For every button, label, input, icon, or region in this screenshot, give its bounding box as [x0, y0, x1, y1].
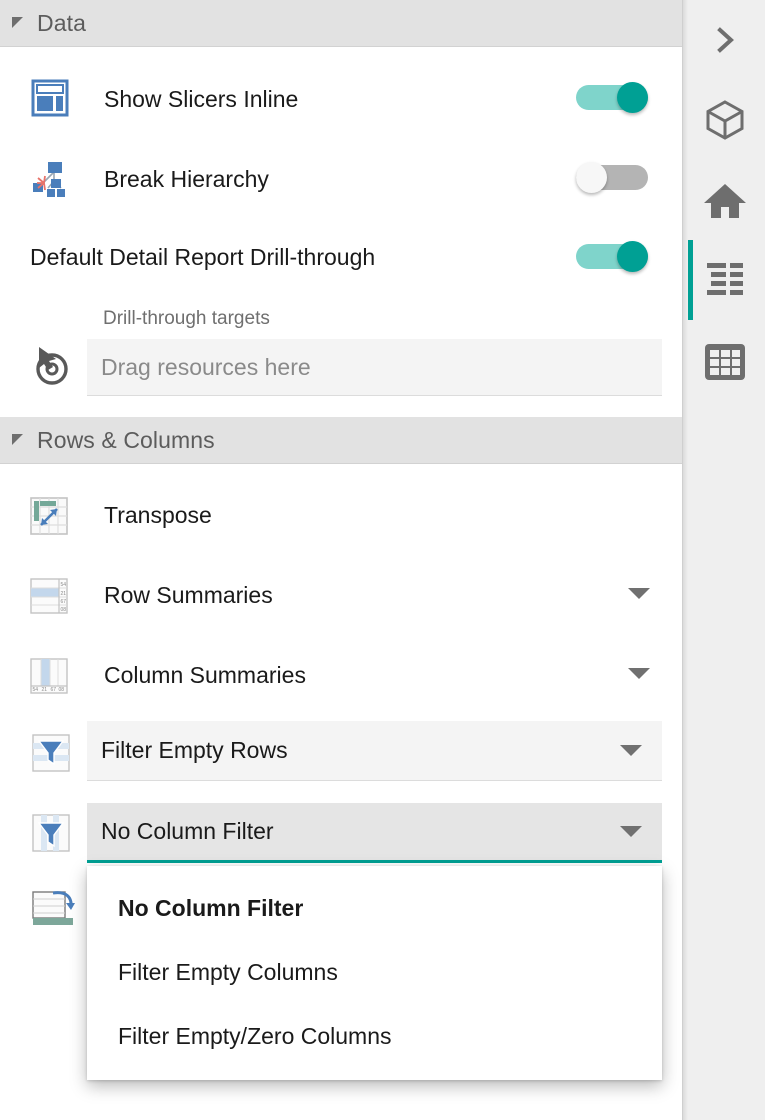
row-label-row-summaries: Row Summaries [104, 582, 273, 609]
dropdown-option-2[interactable]: Filter Empty/Zero Columns [87, 1004, 662, 1068]
section-header-rows-columns[interactable]: Rows & Columns [0, 417, 682, 464]
toggle-break-hierarchy[interactable] [576, 162, 648, 192]
right-rail [682, 0, 765, 1120]
drillthrough-targets-placeholder: Drag resources here [101, 354, 311, 381]
home-icon [702, 178, 748, 222]
chevron-down-icon[interactable] [620, 826, 642, 837]
expand-panel-button[interactable] [683, 0, 765, 80]
svg-text:08: 08 [61, 607, 67, 613]
chevron-down-icon[interactable] [628, 588, 650, 599]
rail-item-model[interactable] [683, 80, 765, 160]
svg-text:67: 67 [51, 687, 57, 693]
toggle-knob [617, 241, 648, 272]
slicers-layout-icon [28, 79, 74, 119]
filter-rows-icon [30, 732, 76, 772]
rail-item-home[interactable] [683, 160, 765, 240]
svg-text:08: 08 [59, 687, 65, 693]
section-header-data[interactable]: Data [0, 0, 682, 47]
svg-text:54: 54 [61, 582, 67, 588]
svg-text:54: 54 [33, 687, 39, 693]
rail-item-properties[interactable] [683, 240, 765, 320]
row-row-summaries[interactable]: 54 21 67 08 Row Summaries [0, 570, 682, 620]
row-filter-selected-value: Filter Empty Rows [101, 737, 288, 764]
toggle-default-detail-report-drillthrough[interactable] [576, 241, 648, 271]
svg-text:21: 21 [61, 591, 67, 597]
transpose-icon [28, 495, 74, 535]
row-column-summaries[interactable]: 5421 6708 Column Summaries [0, 650, 682, 700]
row-label-transpose: Transpose [104, 502, 212, 529]
hierarchy-break-icon [28, 159, 74, 199]
toggle-knob [617, 82, 648, 113]
row-label-show-slicers-inline: Show Slicers Inline [104, 86, 298, 113]
row-label-column-summaries: Column Summaries [104, 662, 306, 689]
triangle-collapse-icon[interactable] [12, 17, 23, 28]
row-filter-select[interactable]: Filter Empty Rows [87, 721, 662, 781]
chevron-right-icon [708, 23, 742, 57]
column-filter-select[interactable]: No Column Filter [87, 803, 662, 863]
triangle-collapse-icon[interactable] [12, 434, 23, 445]
chevron-down-icon[interactable] [628, 668, 650, 679]
row-label-default-detail-report-drillthrough: Default Detail Report Drill-through [30, 244, 375, 271]
sublabel-drillthrough-targets: Drill-through targets [103, 308, 270, 330]
drillthrough-targets-dropzone[interactable]: Drag resources here [87, 339, 662, 396]
toggle-knob [576, 162, 607, 193]
active-indicator-bar [688, 240, 693, 320]
properties-panel: Data Show Slicers Inline [0, 0, 682, 1120]
row-transpose[interactable]: Transpose [0, 490, 682, 540]
properties-panel-screen: Data Show Slicers Inline [0, 0, 765, 1120]
filter-columns-icon [30, 812, 76, 852]
row-label-break-hierarchy: Break Hierarchy [104, 166, 269, 193]
section-title-rows-columns: Rows & Columns [37, 427, 215, 454]
row-summaries-icon: 54 21 67 08 [28, 575, 74, 615]
column-filter-dropdown-menu[interactable]: No Column Filter Filter Empty Columns Fi… [87, 866, 662, 1080]
toggle-show-slicers-inline[interactable] [576, 82, 648, 112]
dropdown-option-1[interactable]: Filter Empty Columns [87, 940, 662, 1004]
svg-text:21: 21 [42, 687, 48, 693]
properties-list-icon [703, 261, 747, 299]
rail-item-data-grid[interactable] [683, 322, 765, 402]
chevron-down-icon[interactable] [620, 745, 642, 756]
section-title-data: Data [37, 10, 86, 37]
dropdown-option-0[interactable]: No Column Filter [87, 876, 662, 940]
grid-table-icon [703, 342, 747, 382]
cube-icon [703, 98, 747, 142]
suppress-rows-icon [30, 888, 76, 928]
drill-through-icon [30, 345, 76, 385]
column-filter-selected-value: No Column Filter [101, 818, 274, 845]
svg-text:67: 67 [61, 599, 67, 605]
column-summaries-icon: 5421 6708 [28, 655, 74, 695]
